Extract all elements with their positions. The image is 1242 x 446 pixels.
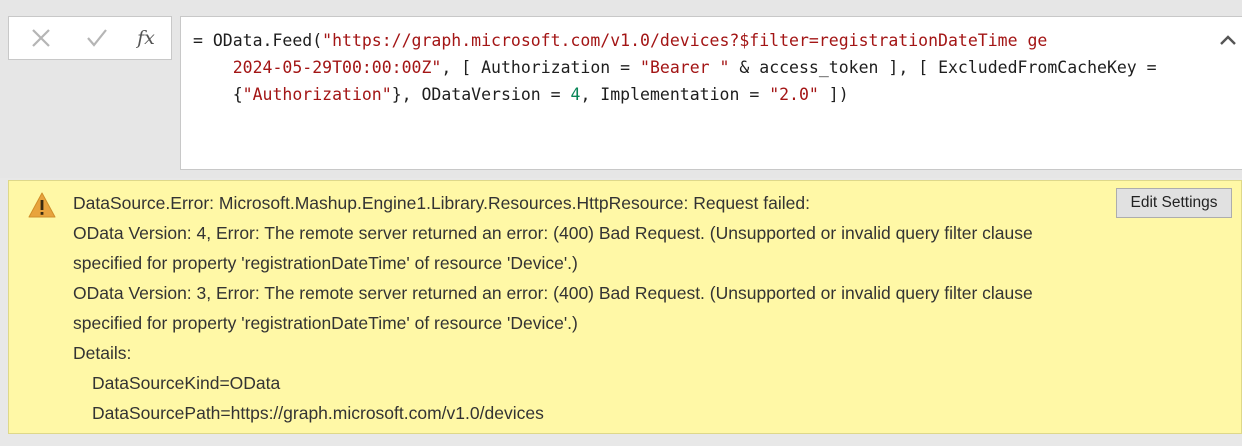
code-token: = OData.Feed( — [193, 31, 323, 50]
formula-line: = OData.Feed("https://graph.microsoft.co… — [193, 27, 1213, 54]
edit-settings-button[interactable]: Edit Settings — [1116, 188, 1232, 218]
code-token: , [ Authorization = — [441, 58, 641, 77]
string-token: "2.0" — [769, 85, 819, 104]
commit-button[interactable] — [79, 17, 115, 59]
error-message: DataSource.Error: Microsoft.Mashup.Engin… — [73, 188, 1113, 428]
error-line: specified for property 'registrationDate… — [73, 313, 578, 333]
collapse-formula-button[interactable] — [1217, 29, 1239, 51]
code-token: }, ODataVersion = — [391, 85, 571, 104]
error-line: specified for property 'registrationDate… — [73, 253, 578, 273]
detail-line: DataSourceKind=OData — [92, 373, 281, 393]
string-token: 2024-05-29T00:00:00Z" — [193, 58, 442, 77]
formula-editor[interactable]: = OData.Feed("https://graph.microsoft.co… — [180, 16, 1242, 170]
fx-icon: fx — [137, 27, 155, 49]
error-banner: DataSource.Error: Microsoft.Mashup.Engin… — [8, 180, 1242, 434]
string-token: "Bearer " — [640, 58, 730, 77]
string-token: "Authorization" — [242, 85, 392, 104]
string-token: "https://graph.microsoft.com/v1.0/device… — [322, 31, 1048, 50]
cancel-button[interactable] — [23, 17, 59, 59]
formula-bar-buttons: fx — [8, 16, 172, 60]
warning-icon — [28, 192, 56, 218]
error-line: OData Version: 3, Error: The remote serv… — [73, 283, 1033, 303]
code-token: ]) — [818, 85, 849, 104]
number-token: 4 — [570, 85, 581, 104]
code-token: , Implementation = — [580, 85, 770, 104]
code-token: & access_token ], [ ExcludedFromCacheKey… — [729, 58, 1157, 77]
formula-text[interactable]: = OData.Feed("https://graph.microsoft.co… — [193, 27, 1213, 108]
code-token: { — [193, 85, 243, 104]
chevron-up-icon — [1220, 35, 1236, 45]
error-line: DataSource.Error: Microsoft.Mashup.Engin… — [73, 193, 810, 213]
formula-line: {"Authorization"}, ODataVersion = 4, Imp… — [193, 81, 1213, 108]
formula-line: 2024-05-29T00:00:00Z", [ Authorization =… — [193, 54, 1213, 81]
insert-function-button[interactable]: fx — [131, 17, 161, 59]
x-icon — [32, 29, 50, 47]
formula-bar: fx = OData.Feed("https://graph.microsoft… — [0, 0, 1242, 178]
check-icon — [87, 29, 107, 47]
details-heading: Details: — [73, 343, 132, 363]
error-line: OData Version: 4, Error: The remote serv… — [73, 223, 1033, 243]
detail-line: DataSourcePath=https://graph.microsoft.c… — [92, 403, 544, 423]
